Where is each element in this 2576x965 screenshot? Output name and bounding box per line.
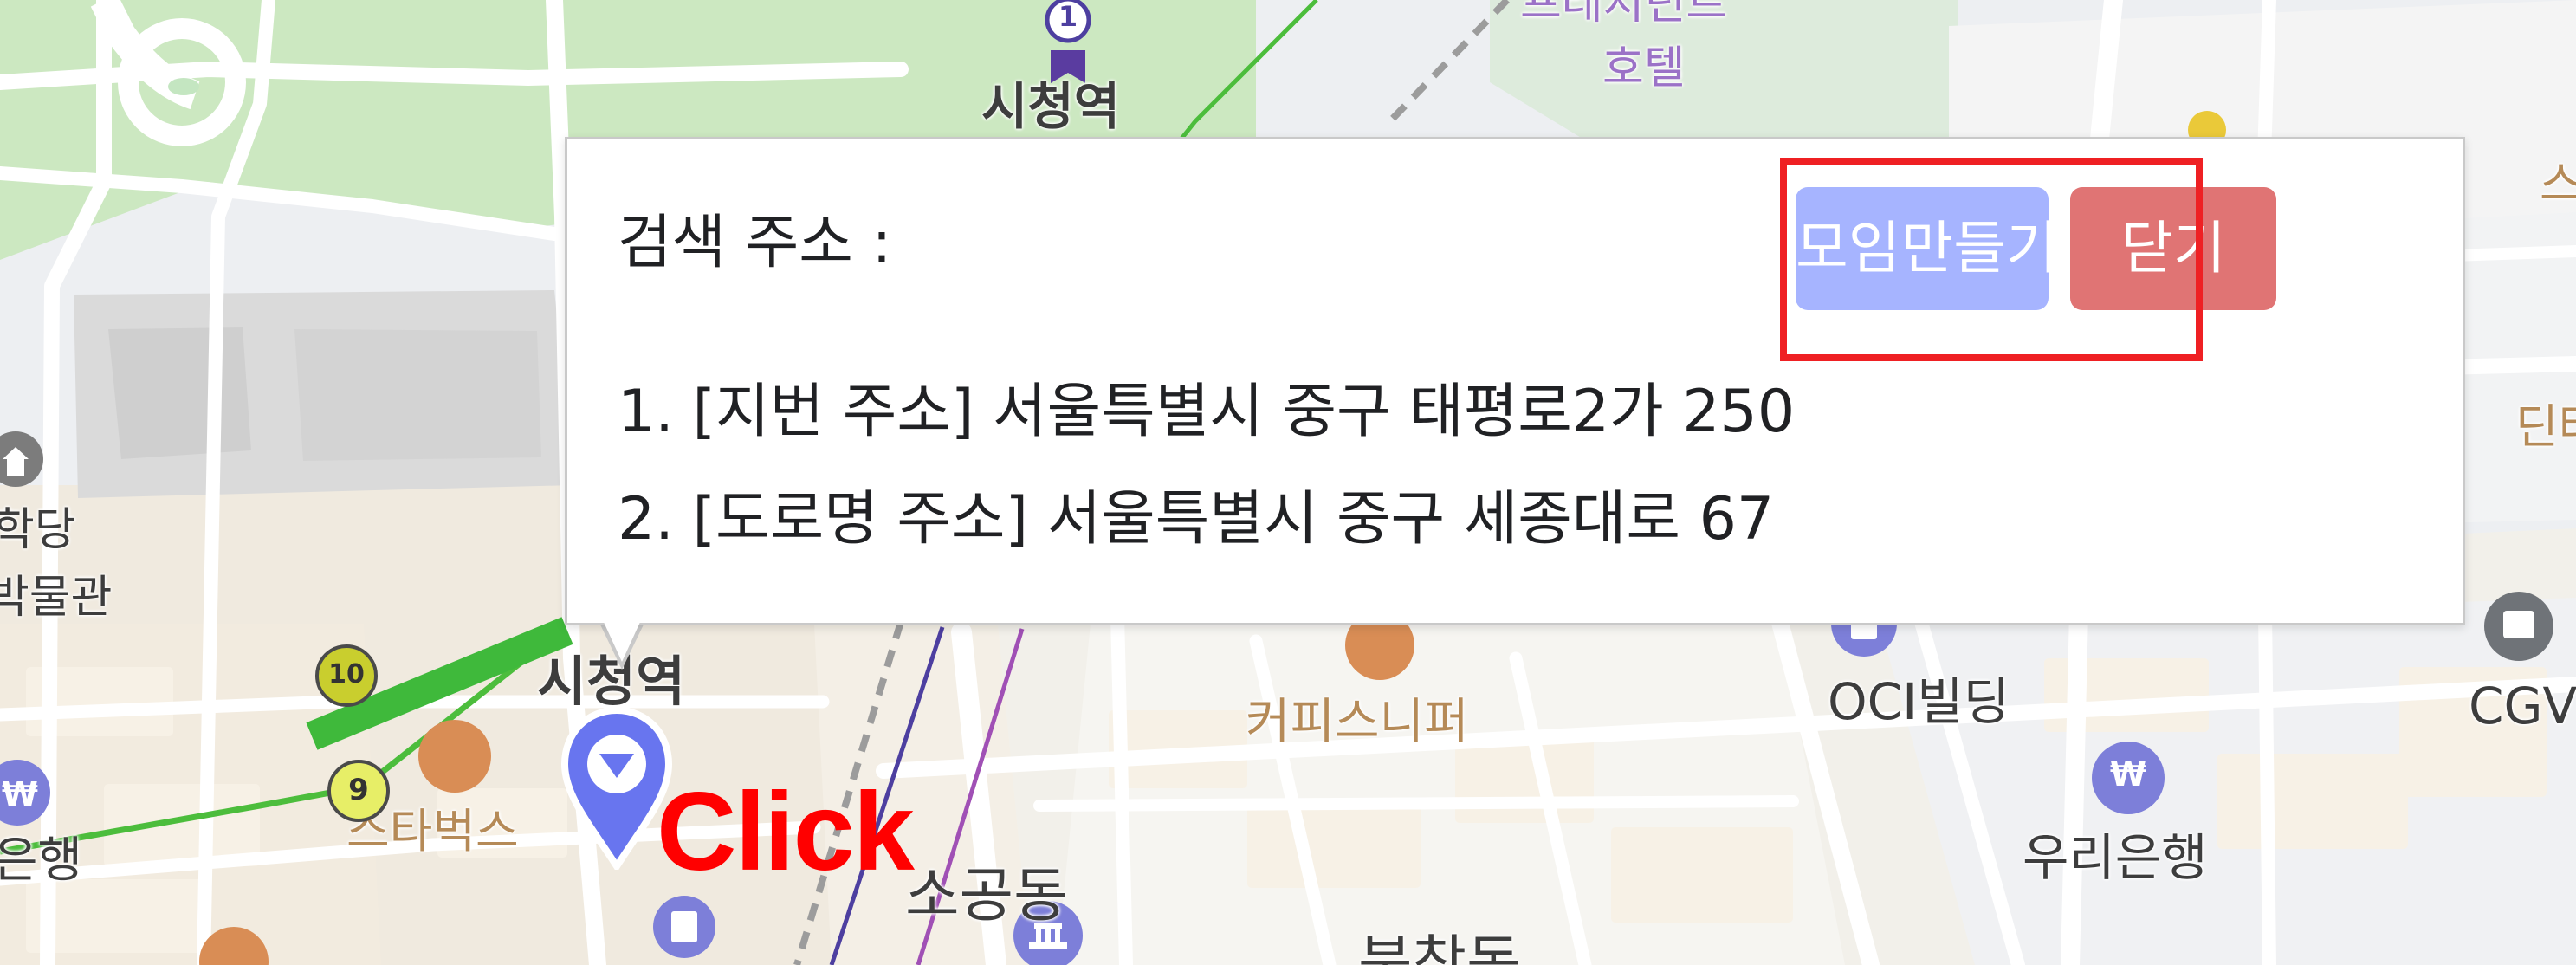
close-button[interactable]: 닫기	[2070, 187, 2276, 310]
create-meeting-button[interactable]: 모임만들기	[1796, 187, 2059, 310]
bank-icon-left[interactable]: ₩	[0, 771, 43, 818]
map-label-school-fragment: 학당	[0, 504, 76, 556]
map-label-oci-building: OCI빌딩	[1828, 672, 2010, 731]
address-popup: 검색 주소 : 모임만들기 닫기 1. [지번 주소] 서울특별시 중구 태평로…	[565, 137, 2465, 625]
map-label-hotel-line-1: 프레지던트	[1520, 0, 1728, 29]
map-label-cgv: CGV	[2469, 677, 2576, 735]
map-label-right-fragment-2: 딘타	[2515, 399, 2576, 454]
map-label-right-fragment-1: 스	[2540, 157, 2576, 211]
lot-address-line: 1. [지번 주소] 서울특별시 중구 태평로2가 250	[618, 378, 1796, 446]
map-view[interactable]: 시청역 프레지던트 호텔 학당 박물관 시청역 스타벅스 커피스니퍼 OCI빌딩…	[0, 0, 2576, 965]
map-label-bank-fragment: 은행	[0, 832, 83, 889]
subway-station-icon[interactable]: 1	[1046, 0, 1090, 43]
click-annotation: Click	[657, 770, 915, 894]
map-label-coffee-snipper: 커피스니퍼	[1246, 694, 1469, 750]
subway-line-badge-10[interactable]: 10	[315, 644, 378, 707]
map-label-city-hall-station-top: 시청역	[981, 77, 1121, 136]
popup-tail	[603, 620, 641, 662]
subway-line-badge-9[interactable]: 9	[327, 760, 390, 822]
search-address-label: 검색 주소 :	[618, 209, 892, 277]
map-label-woori-bank: 우리은행	[2023, 828, 2208, 887]
map-label-bukchang-dong: 북창동	[1358, 929, 1521, 965]
bank-icon[interactable]: ₩	[2105, 751, 2152, 798]
map-label-hotel-line-2: 호텔	[1602, 42, 1686, 94]
map-label-sogong-dong: 소공동	[905, 862, 1068, 930]
map-label-museum-fragment: 박물관	[0, 572, 113, 624]
road-address-line: 2. [도로명 주소] 서울특별시 중구 세종대로 67	[618, 485, 1775, 554]
